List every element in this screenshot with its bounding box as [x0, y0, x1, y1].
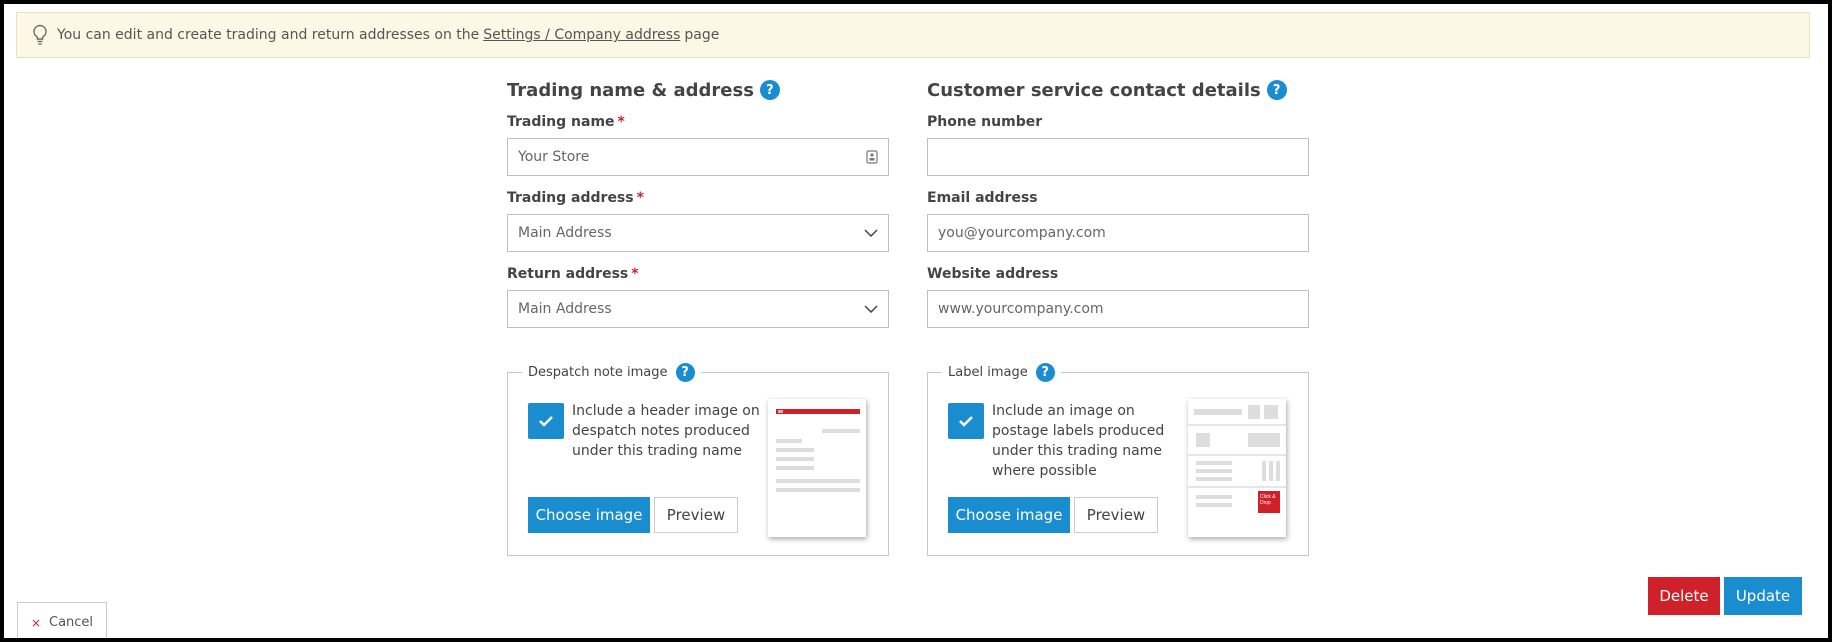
- label-image-legend: Label image ?: [942, 363, 1061, 382]
- website-label: Website address: [927, 266, 1059, 282]
- despatch-note-preview-graphic: [776, 409, 860, 492]
- website-placeholder: www.yourcompany.com: [938, 301, 1104, 317]
- return-address-label: Return address *: [507, 266, 639, 282]
- checkmark-icon: [539, 416, 553, 427]
- despatch-choose-image-button[interactable]: Choose image: [528, 497, 650, 533]
- despatch-help-icon[interactable]: ?: [675, 363, 695, 382]
- trading-address-select[interactable]: Main Address: [507, 214, 889, 252]
- email-placeholder: you@yourcompany.com: [938, 225, 1106, 241]
- customer-section-title: Customer service contact details ?: [927, 76, 1309, 104]
- postage-label-thumbnail: Click & Drop: [1188, 399, 1286, 537]
- trading-address-label: Trading address *: [507, 190, 644, 206]
- cancel-label: Cancel: [49, 615, 94, 630]
- return-address-select[interactable]: Main Address: [507, 290, 889, 328]
- despatch-checkbox-label: Include a header image on despatch notes…: [572, 403, 760, 459]
- email-input[interactable]: you@yourcompany.com: [927, 214, 1309, 252]
- customer-title-text: Customer service contact details: [927, 79, 1261, 101]
- click-drop-logo: Click & Drop: [1258, 491, 1280, 513]
- trading-help-icon[interactable]: ?: [759, 80, 780, 100]
- website-input[interactable]: www.yourcompany.com: [927, 290, 1309, 328]
- label-choose-image-button[interactable]: Choose image: [948, 497, 1070, 533]
- customer-service-section: Customer service contact details ? Phone…: [927, 76, 1309, 342]
- phone-input[interactable]: [927, 138, 1309, 176]
- label-preview-button[interactable]: Preview: [1074, 497, 1158, 533]
- customer-help-icon[interactable]: ?: [1266, 80, 1287, 100]
- label-image-checkbox[interactable]: [948, 403, 984, 439]
- close-icon: ×: [30, 615, 41, 630]
- label-image-help-icon[interactable]: ?: [1035, 363, 1055, 382]
- despatch-preview-button[interactable]: Preview: [654, 497, 738, 533]
- trading-section-title: Trading name & address ?: [507, 76, 889, 104]
- chevron-down-icon: [864, 305, 878, 313]
- update-button[interactable]: Update: [1724, 577, 1802, 615]
- trading-section: Trading name & address ? Trading name * Y…: [507, 76, 889, 342]
- despatch-header-checkbox[interactable]: [528, 403, 564, 439]
- contact-card-icon: [866, 150, 878, 164]
- chevron-down-icon: [864, 229, 878, 237]
- trading-title-text: Trading name & address: [507, 79, 754, 101]
- cancel-button[interactable]: × Cancel: [17, 602, 107, 638]
- trading-name-value: Your Store: [518, 149, 590, 165]
- label-image-box: Label image ? Include an image on postag…: [927, 363, 1309, 556]
- phone-label: Phone number: [927, 114, 1043, 130]
- despatch-image-box: Despatch note image ? Include a header i…: [507, 363, 889, 556]
- page: You can edit and create trading and retu…: [4, 4, 1828, 638]
- trading-address-value: Main Address: [518, 225, 612, 241]
- notice-text-before: You can edit and create trading and retu…: [57, 27, 480, 43]
- despatch-legend: Despatch note image ?: [522, 363, 701, 382]
- delete-button[interactable]: Delete: [1648, 577, 1720, 615]
- lightbulb-icon: [33, 24, 47, 45]
- notice-text-after: page: [684, 27, 720, 43]
- checkmark-icon: [959, 416, 973, 427]
- trading-name-input[interactable]: Your Store: [507, 138, 889, 176]
- label-image-checkbox-label: Include an image on postage labels produ…: [992, 403, 1165, 479]
- despatch-note-thumbnail: [768, 399, 866, 537]
- company-address-link[interactable]: Settings / Company address: [483, 27, 680, 43]
- trading-name-label: Trading name *: [507, 114, 625, 130]
- info-notice: You can edit and create trading and retu…: [16, 12, 1810, 58]
- return-address-value: Main Address: [518, 301, 612, 317]
- email-label: Email address: [927, 190, 1038, 206]
- postage-label-preview-graphic: [1188, 405, 1286, 507]
